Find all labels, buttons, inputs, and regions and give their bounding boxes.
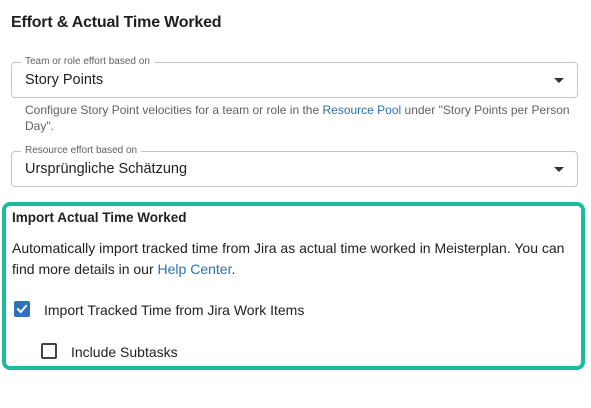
team-effort-value: Story Points bbox=[25, 72, 104, 88]
import-tracked-time-checkbox[interactable] bbox=[14, 301, 30, 317]
resource-effort-select[interactable]: Resource effort based on Ursprüngliche S… bbox=[11, 145, 578, 187]
checkmark-icon bbox=[16, 304, 28, 314]
resource-effort-label: Resource effort based on bbox=[21, 145, 142, 157]
include-subtasks-label[interactable]: Include Subtasks bbox=[71, 344, 178, 360]
resource-pool-link[interactable]: Resource Pool bbox=[322, 103, 401, 117]
chevron-down-icon bbox=[554, 78, 564, 83]
help-center-link[interactable]: Help Center bbox=[158, 261, 232, 277]
section-title: Effort & Actual Time Worked bbox=[11, 14, 222, 31]
import-desc-after: . bbox=[231, 261, 236, 277]
import-tracked-time-label[interactable]: Import Tracked Time from Jira Work Items bbox=[44, 302, 304, 318]
import-section-title: Import Actual Time Worked bbox=[12, 210, 187, 225]
include-subtasks-checkbox[interactable] bbox=[41, 343, 57, 359]
story-points-helper-text: Configure Story Point velocities for a t… bbox=[25, 102, 575, 134]
import-desc-before: Automatically import tracked time from J… bbox=[12, 240, 565, 277]
team-effort-label: Team or role effort based on bbox=[21, 56, 154, 68]
helper-text-before: Configure Story Point velocities for a t… bbox=[25, 103, 323, 117]
chevron-down-icon bbox=[554, 167, 564, 172]
resource-effort-value: Ursprüngliche Schätzung bbox=[25, 161, 188, 177]
import-actual-time-panel: Import Actual Time Worked Automatically … bbox=[2, 202, 585, 370]
team-effort-select[interactable]: Team or role effort based on Story Point… bbox=[11, 56, 578, 98]
import-description: Automatically import tracked time from J… bbox=[12, 238, 572, 280]
